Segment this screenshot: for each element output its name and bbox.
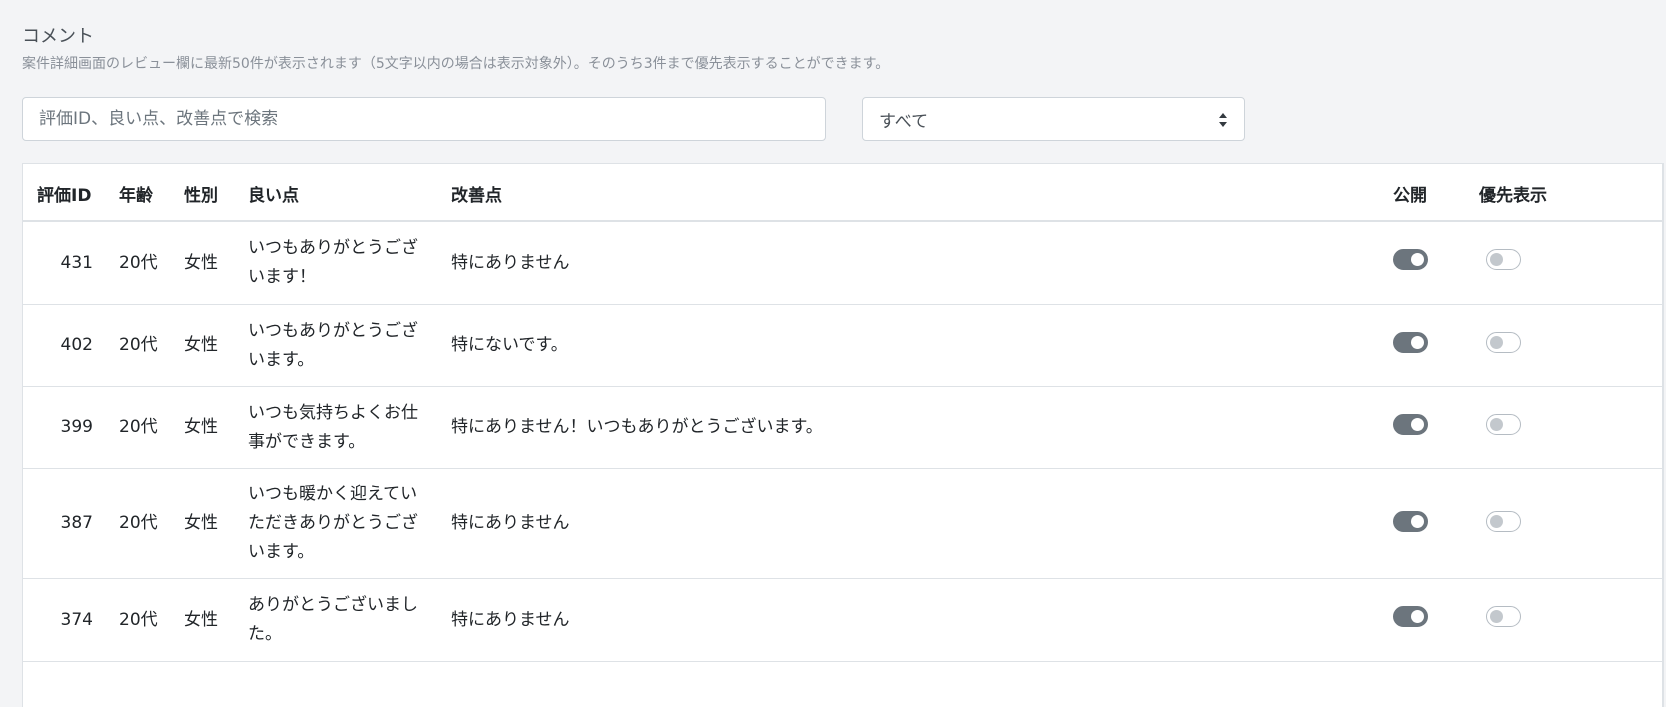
header-public: 公開 — [1393, 185, 1427, 206]
header-good-points: 良い点 — [248, 185, 299, 206]
cell-age: 20代 — [119, 609, 158, 630]
header-age: 年齢 — [119, 185, 153, 206]
filter-selected-value: すべて — [879, 111, 929, 132]
priority-toggle[interactable] — [1486, 606, 1521, 627]
cell-good-points: いつも気持ちよくお仕事ができます。 — [248, 402, 418, 452]
header-priority: 優先表示 — [1479, 185, 1547, 206]
cell-gender: 女性 — [184, 252, 218, 273]
public-toggle[interactable] — [1393, 249, 1428, 270]
cell-age: 20代 — [119, 513, 158, 533]
header-improvements: 改善点 — [451, 185, 502, 206]
toggle-knob — [1490, 253, 1503, 266]
cell-improvements: 特にありません — [451, 513, 570, 533]
toggle-knob — [1411, 610, 1424, 623]
priority-toggle[interactable] — [1486, 332, 1521, 353]
cell-gender: 女性 — [184, 609, 218, 630]
section-description: 案件詳細画面のレビュー欄に最新50件が表示されます（5文字以内の場合は表示対象外… — [22, 56, 890, 72]
cell-age: 20代 — [119, 252, 158, 273]
priority-toggle[interactable] — [1486, 249, 1521, 270]
cell-improvements: 特にありません — [451, 609, 570, 630]
cell-age: 20代 — [119, 335, 158, 355]
search-input[interactable] — [22, 97, 826, 141]
table-row: 431 20代 女性 いつもありがとうございます！ 特にありません — [23, 222, 1662, 305]
header-gender: 性別 — [184, 185, 218, 206]
cell-gender: 女性 — [184, 335, 218, 355]
cell-good-points: いつもありがとうございます。 — [248, 320, 418, 370]
cell-id: 387 — [60, 513, 93, 533]
cell-gender: 女性 — [184, 417, 218, 437]
cell-good-points: ありがとうございました。 — [248, 595, 418, 644]
table-header: 評価ID 年齢 性別 良い点 改善点 公開 優先表示 — [23, 164, 1662, 222]
cell-id: 374 — [60, 609, 93, 630]
public-toggle[interactable] — [1393, 606, 1428, 627]
public-toggle[interactable] — [1393, 414, 1428, 435]
public-toggle[interactable] — [1393, 511, 1428, 532]
toggle-knob — [1411, 253, 1424, 266]
comment-page: コメント 案件詳細画面のレビュー欄に最新50件が表示されます（5文字以内の場合は… — [0, 0, 1666, 707]
cell-gender: 女性 — [184, 513, 218, 533]
toggle-knob — [1411, 336, 1424, 349]
filter-select[interactable]: すべて — [862, 97, 1245, 141]
table-row: 399 20代 女性 いつも気持ちよくお仕事ができます。 特にありません！いつも… — [23, 387, 1662, 469]
cell-id: 431 — [60, 252, 93, 273]
cell-id: 399 — [60, 417, 93, 437]
priority-toggle[interactable] — [1486, 414, 1521, 435]
toggle-knob — [1490, 336, 1503, 349]
cell-age: 20代 — [119, 417, 158, 437]
toggle-knob — [1411, 418, 1424, 431]
cell-good-points: いつも暖かく迎えていただきありがとうございます。 — [248, 484, 418, 562]
toggle-knob — [1490, 418, 1503, 431]
table-row: 387 20代 女性 いつも暖かく迎えていただきありがとうございます。 特にあり… — [23, 469, 1662, 579]
header-id: 評価ID — [37, 185, 92, 206]
toggle-knob — [1411, 515, 1424, 528]
toggle-knob — [1490, 610, 1503, 623]
cell-improvements: 特にないです。 — [451, 335, 568, 355]
cell-id: 402 — [60, 335, 93, 355]
public-toggle[interactable] — [1393, 332, 1428, 353]
section-title: コメント — [22, 26, 94, 47]
select-arrows-icon — [1219, 113, 1227, 127]
priority-toggle[interactable] — [1486, 511, 1521, 532]
cell-good-points: いつもありがとうございます！ — [248, 238, 418, 287]
cell-improvements: 特にありません！いつもありがとうございます。 — [451, 417, 823, 437]
toggle-knob — [1490, 515, 1503, 528]
table-row: 374 20代 女性 ありがとうございました。 特にありません — [23, 579, 1662, 662]
comment-table: 評価ID 年齢 性別 良い点 改善点 公開 優先表示 431 20代 女性 いつ… — [22, 163, 1664, 707]
table-row: 402 20代 女性 いつもありがとうございます。 特にないです。 — [23, 305, 1662, 387]
cell-improvements: 特にありません — [451, 252, 570, 273]
